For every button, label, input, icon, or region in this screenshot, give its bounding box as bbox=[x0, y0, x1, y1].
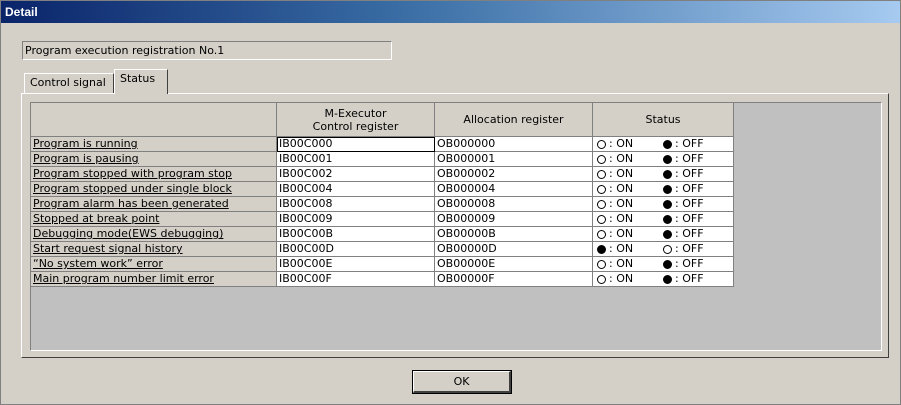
filled-circle-icon bbox=[663, 274, 672, 284]
status-cell: : ON : OFF bbox=[593, 212, 734, 227]
off-text: : OFF bbox=[675, 212, 704, 225]
tab-control-signal[interactable]: Control signal bbox=[24, 73, 114, 93]
on-text: : ON bbox=[609, 242, 634, 255]
hollow-circle-icon bbox=[597, 229, 606, 239]
row-label: Stopped at break point bbox=[31, 212, 277, 227]
allocation-register-cell[interactable]: OB00000F bbox=[435, 272, 593, 287]
hollow-circle-icon bbox=[597, 139, 606, 149]
allocation-register-cell[interactable]: OB000002 bbox=[435, 167, 593, 182]
status-grid[interactable]: M-Executor Control register Allocation r… bbox=[30, 102, 882, 351]
row-label: Program is pausing bbox=[31, 152, 277, 167]
allocation-register-cell[interactable]: OB00000E bbox=[435, 257, 593, 272]
status-cell: : ON : OFF bbox=[593, 182, 734, 197]
off-text: : OFF bbox=[675, 257, 704, 270]
detail-window: Detail Program execution registration No… bbox=[0, 0, 901, 405]
status-cell: : ON : OFF bbox=[593, 197, 734, 212]
header-control-register: M-Executor Control register bbox=[277, 103, 435, 137]
tab-status[interactable]: Status bbox=[114, 69, 168, 94]
off-text: : OFF bbox=[675, 227, 704, 240]
on-text: : ON bbox=[609, 227, 634, 240]
on-text: : ON bbox=[609, 137, 634, 150]
header-allocation-register: Allocation register bbox=[435, 103, 593, 137]
status-cell: : ON : OFF bbox=[593, 272, 734, 287]
allocation-register-cell[interactable]: OB00000B bbox=[435, 227, 593, 242]
control-register-cell[interactable]: IB00C001 bbox=[277, 152, 435, 167]
control-register-cell[interactable]: IB00C008 bbox=[277, 197, 435, 212]
program-registration-label: Program execution registration No.1 bbox=[22, 41, 392, 60]
status-cell: : ON : OFF bbox=[593, 167, 734, 182]
control-register-cell[interactable]: IB00C00F bbox=[277, 272, 435, 287]
hollow-circle-icon bbox=[597, 199, 606, 209]
allocation-register-cell[interactable]: OB000000 bbox=[435, 137, 593, 152]
allocation-register-cell[interactable]: OB000008 bbox=[435, 197, 593, 212]
off-text: : OFF bbox=[675, 197, 704, 210]
allocation-register-cell[interactable]: OB00000D bbox=[435, 242, 593, 257]
hollow-circle-icon bbox=[597, 169, 606, 179]
on-text: : ON bbox=[609, 257, 634, 270]
filled-circle-icon bbox=[597, 244, 606, 254]
window-title: Detail bbox=[1, 1, 900, 23]
off-text: : OFF bbox=[675, 182, 704, 195]
on-text: : ON bbox=[609, 212, 634, 225]
status-cell: : ON : OFF bbox=[593, 227, 734, 242]
allocation-register-cell[interactable]: OB000009 bbox=[435, 212, 593, 227]
allocation-register-cell[interactable]: OB000001 bbox=[435, 152, 593, 167]
header-status: Status bbox=[593, 103, 734, 137]
row-label: Program alarm has been generated bbox=[31, 197, 277, 212]
row-label: Program is running bbox=[31, 137, 277, 152]
filled-circle-icon bbox=[663, 259, 672, 269]
control-register-cell[interactable]: IB00C00D bbox=[277, 242, 435, 257]
on-text: : ON bbox=[609, 182, 634, 195]
hollow-circle-icon bbox=[597, 259, 606, 269]
hollow-circle-icon bbox=[597, 274, 606, 284]
control-register-cell[interactable]: IB00C00E bbox=[277, 257, 435, 272]
row-label: Program stopped with program stop bbox=[31, 167, 277, 182]
filled-circle-icon bbox=[663, 154, 672, 164]
off-text: : OFF bbox=[675, 272, 704, 285]
filled-circle-icon bbox=[663, 169, 672, 179]
hollow-circle-icon bbox=[597, 214, 606, 224]
off-text: : OFF bbox=[675, 167, 704, 180]
control-register-cell[interactable]: IB00C004 bbox=[277, 182, 435, 197]
status-cell: : ON : OFF bbox=[593, 137, 734, 152]
hollow-circle-icon bbox=[663, 244, 672, 254]
on-text: : ON bbox=[609, 152, 634, 165]
control-register-cell[interactable]: IB00C009 bbox=[277, 212, 435, 227]
row-label: “No system work” error bbox=[31, 257, 277, 272]
on-text: : ON bbox=[609, 167, 634, 180]
filled-circle-icon bbox=[663, 139, 672, 149]
control-register-cell[interactable]: IB00C000 bbox=[277, 137, 435, 152]
status-cell: : ON : OFF bbox=[593, 242, 734, 257]
control-register-cell[interactable]: IB00C002 bbox=[277, 167, 435, 182]
corner-header bbox=[31, 103, 277, 137]
filled-circle-icon bbox=[663, 199, 672, 209]
row-label: Main program number limit error bbox=[31, 272, 277, 287]
hollow-circle-icon bbox=[597, 154, 606, 164]
hollow-circle-icon bbox=[597, 184, 606, 194]
ok-button[interactable]: OK bbox=[412, 370, 512, 394]
off-text: : OFF bbox=[675, 152, 704, 165]
on-text: : ON bbox=[609, 272, 634, 285]
row-label: Program stopped under single block bbox=[31, 182, 277, 197]
off-text: : OFF bbox=[675, 137, 704, 150]
allocation-register-cell[interactable]: OB000004 bbox=[435, 182, 593, 197]
row-label: Debugging mode(EWS debugging) bbox=[31, 227, 277, 242]
on-text: : ON bbox=[609, 197, 634, 210]
status-cell: : ON : OFF bbox=[593, 257, 734, 272]
row-label: Start request signal history bbox=[31, 242, 277, 257]
filled-circle-icon bbox=[663, 214, 672, 224]
filled-circle-icon bbox=[663, 229, 672, 239]
filled-circle-icon bbox=[663, 184, 672, 194]
control-register-cell[interactable]: IB00C00B bbox=[277, 227, 435, 242]
off-text: : OFF bbox=[675, 242, 704, 255]
status-tab-panel: M-Executor Control register Allocation r… bbox=[21, 93, 889, 358]
status-cell: : ON : OFF bbox=[593, 152, 734, 167]
